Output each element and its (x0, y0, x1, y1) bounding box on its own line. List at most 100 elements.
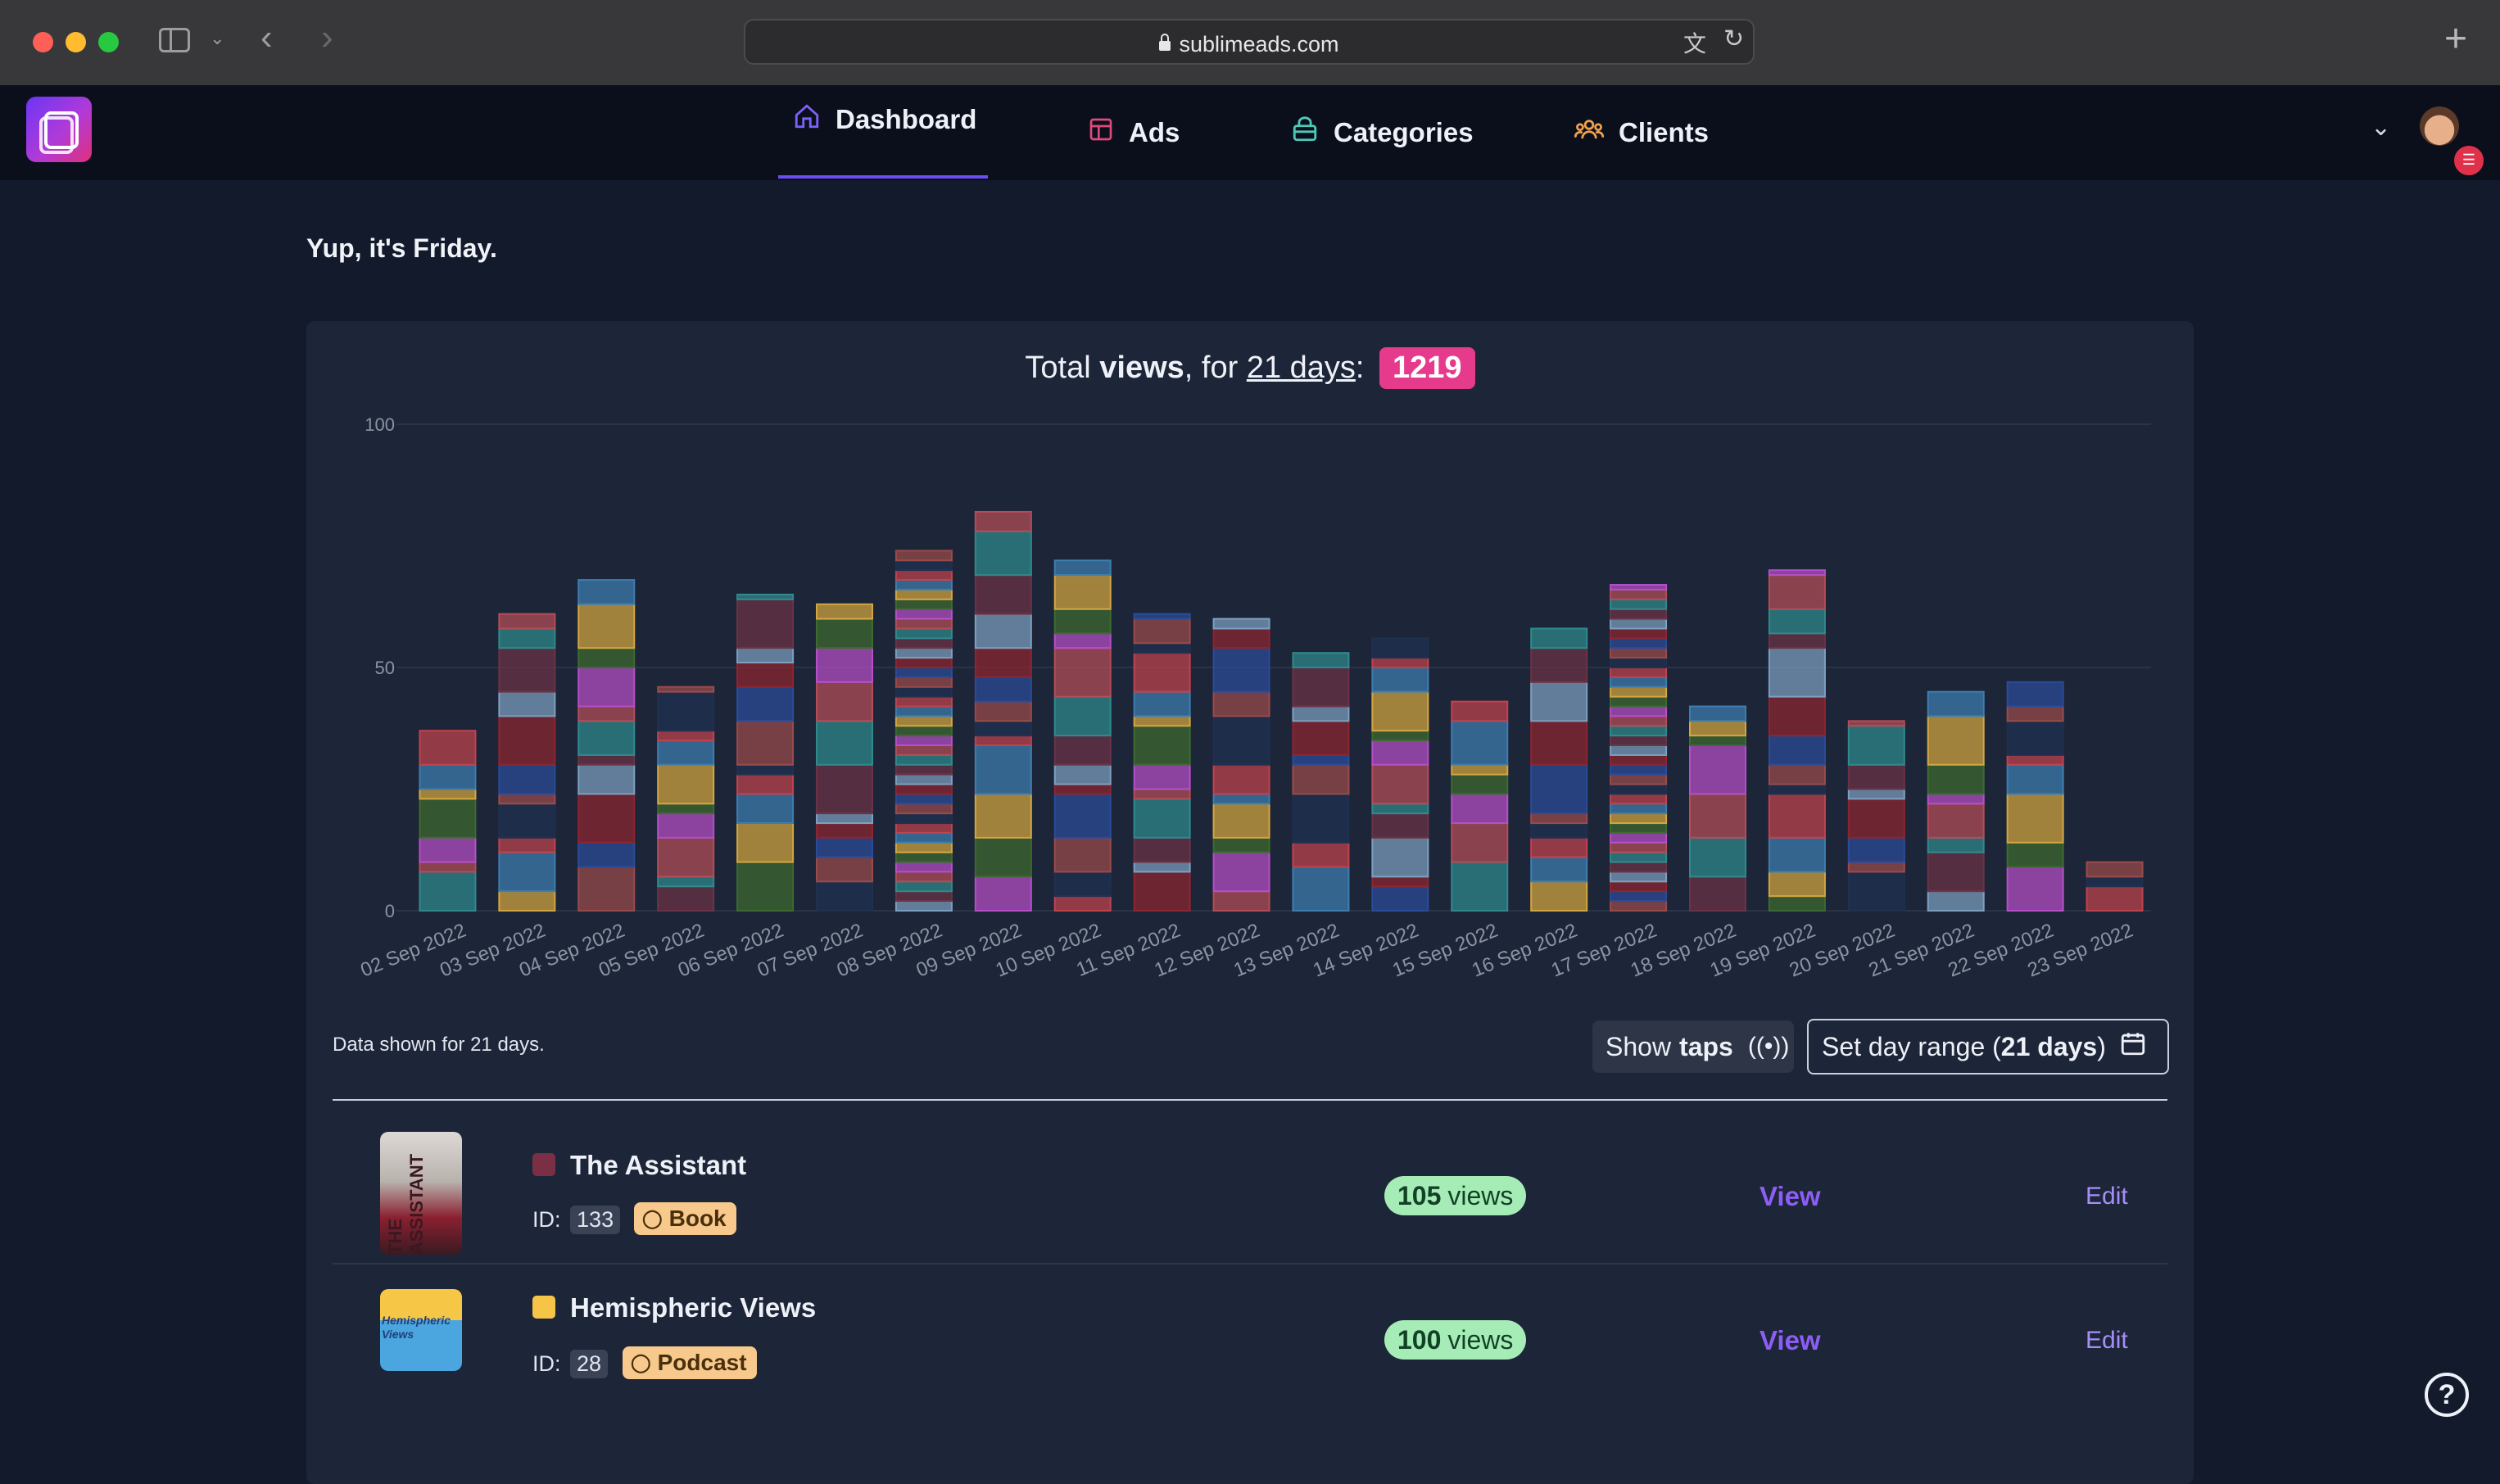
bar-segment[interactable] (419, 788, 477, 800)
bar-segment[interactable] (1053, 735, 1112, 766)
bar-segment[interactable] (1371, 637, 1429, 659)
set-day-range-button[interactable]: Set day range (21 days) (1807, 1019, 2169, 1075)
bar-segment[interactable] (1212, 715, 1270, 766)
bar-segment[interactable] (894, 822, 953, 834)
minimize-window-button[interactable] (66, 32, 86, 52)
bar-segment[interactable] (2086, 861, 2144, 878)
bar-segment[interactable] (1610, 744, 1668, 756)
bar-segment[interactable] (1689, 735, 1746, 747)
bar-segment[interactable] (1927, 803, 1985, 839)
bar-segment[interactable] (1610, 793, 1668, 805)
bar-segment[interactable] (419, 836, 477, 863)
bar-segment[interactable] (1927, 763, 1985, 795)
app-logo[interactable] (26, 97, 92, 162)
bar-segment[interactable] (657, 836, 715, 878)
bar-segment[interactable] (1768, 647, 1826, 698)
bar-segment[interactable] (1133, 798, 1191, 839)
bar-segment[interactable] (1133, 763, 1191, 790)
bar-segment[interactable] (1610, 812, 1668, 825)
bar-segment[interactable] (816, 880, 873, 912)
bar-segment[interactable] (1768, 871, 1826, 898)
bar-segment[interactable] (1768, 895, 1826, 912)
bar-segment[interactable] (1610, 588, 1668, 600)
forward-arrow-icon[interactable]: › (321, 20, 333, 56)
bar-segment[interactable] (894, 735, 953, 747)
bar-segment[interactable] (816, 856, 873, 883)
bar-segment[interactable] (1610, 608, 1668, 620)
bar-segment[interactable] (974, 793, 1032, 839)
address-bar[interactable]: sublimeads.com (744, 19, 1755, 65)
bar-segment[interactable] (736, 773, 795, 795)
tab-ads[interactable]: Ads (1088, 85, 1180, 180)
bar-segment[interactable] (816, 822, 873, 839)
bar-segment[interactable] (816, 681, 873, 722)
bar-segment[interactable] (894, 627, 953, 640)
bar-segment[interactable] (1689, 744, 1746, 795)
bar-segment[interactable] (894, 695, 953, 708)
bar-segment[interactable] (1610, 618, 1668, 630)
bar-segment[interactable] (1371, 885, 1429, 912)
bar-segment[interactable] (1610, 598, 1668, 610)
bar-segment[interactable] (1212, 851, 1270, 893)
bar-segment[interactable] (1847, 861, 1905, 873)
bar-segment[interactable] (1053, 871, 1112, 898)
bar-segment[interactable] (1768, 735, 1826, 766)
bar-segment[interactable] (1133, 642, 1191, 654)
edit-link[interactable]: Edit (2086, 1183, 2128, 1210)
bar-segment[interactable] (577, 579, 636, 605)
bar-segment[interactable] (1530, 812, 1588, 825)
bar-segment[interactable] (1689, 705, 1746, 722)
bar-segment[interactable] (1927, 851, 1985, 893)
bar-segment[interactable] (657, 875, 715, 888)
bar-segment[interactable] (1610, 763, 1668, 776)
bar-segment[interactable] (974, 574, 1032, 615)
bar-segment[interactable] (974, 836, 1032, 878)
bar-segment[interactable] (1610, 822, 1668, 834)
bar-segment[interactable] (974, 700, 1032, 722)
bar-segment[interactable] (1053, 695, 1112, 737)
bar-segment[interactable] (1451, 720, 1509, 766)
bar-segment[interactable] (974, 744, 1032, 795)
back-arrow-icon[interactable]: ‹ (260, 20, 273, 56)
bar-segment[interactable] (736, 861, 795, 912)
bar-segment[interactable] (1847, 788, 1905, 800)
bar-segment[interactable] (1292, 705, 1350, 722)
bar-segment[interactable] (1053, 632, 1112, 649)
bar-segment[interactable] (1451, 763, 1509, 776)
bar-segment[interactable] (894, 667, 953, 678)
bar-segment[interactable] (894, 705, 953, 717)
bar-segment[interactable] (736, 793, 795, 825)
bar-segment[interactable] (1292, 866, 1350, 912)
bar-segment[interactable] (1610, 890, 1668, 903)
bar-segment[interactable] (577, 647, 636, 668)
bar-segment[interactable] (1689, 836, 1746, 878)
bar-segment[interactable] (894, 550, 953, 562)
bar-segment[interactable] (1371, 803, 1429, 815)
bar-segment[interactable] (1610, 773, 1668, 785)
bar-segment[interactable] (498, 627, 556, 649)
bar-segment[interactable] (1451, 700, 1509, 722)
bar-segment[interactable] (894, 559, 953, 572)
bar-segment[interactable] (1530, 720, 1588, 766)
bar-segment[interactable] (1530, 763, 1588, 815)
bar-segment[interactable] (1212, 647, 1270, 693)
bar-segment[interactable] (498, 851, 556, 893)
bar-segment[interactable] (419, 763, 477, 790)
bar-segment[interactable] (1053, 647, 1112, 698)
bar-segment[interactable] (894, 598, 953, 610)
bar-segment[interactable] (657, 803, 715, 815)
chevron-down-icon[interactable]: ⌄ (210, 28, 224, 49)
bar-segment[interactable] (974, 875, 1032, 912)
bar-segment[interactable] (657, 740, 715, 766)
bar-segment[interactable] (1133, 871, 1191, 912)
bar-segment[interactable] (1610, 695, 1668, 708)
bar-segment[interactable] (894, 685, 953, 698)
bar-segment[interactable] (1212, 793, 1270, 805)
bar-segment[interactable] (1610, 627, 1668, 640)
bar-segment[interactable] (1053, 608, 1112, 635)
notification-badge-icon[interactable]: ☰ (2452, 144, 2485, 177)
bar-segment[interactable] (1847, 763, 1905, 790)
bar-segment[interactable] (419, 861, 477, 873)
bar-segment[interactable] (2006, 705, 2064, 722)
bar-segment[interactable] (1451, 822, 1509, 863)
